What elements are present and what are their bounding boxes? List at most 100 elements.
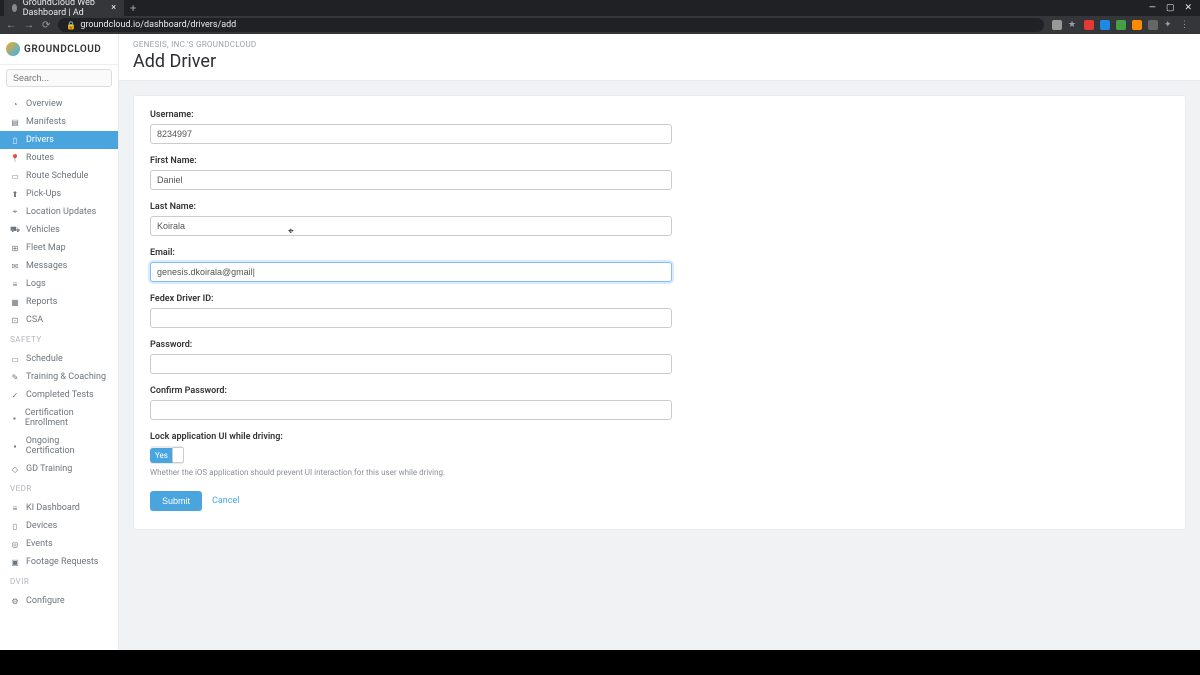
- brand-logo-icon: [6, 42, 20, 56]
- nav-icon: ✓: [10, 390, 20, 400]
- forward-button[interactable]: →: [24, 20, 34, 31]
- nav-icon: ▭: [10, 171, 20, 181]
- sidebar-item-gd-training[interactable]: ◇GD Training: [0, 460, 118, 478]
- nav-label: Messages: [26, 261, 67, 271]
- nav-label: CSA: [26, 315, 43, 325]
- ext-icon[interactable]: [1132, 20, 1142, 30]
- sidebar-item-schedule[interactable]: ▭ Schedule: [0, 350, 118, 368]
- page-title: Add Driver: [133, 51, 1186, 72]
- reload-button[interactable]: ⟳: [42, 20, 50, 31]
- sidebar-item-fleet-map[interactable]: ⊞Fleet Map: [0, 239, 118, 257]
- first-name-input[interactable]: [150, 170, 672, 190]
- sidebar-item-overview[interactable]: ◔Overview: [0, 95, 118, 113]
- nav-group-safety: SAFETY: [0, 329, 118, 346]
- tab-close-icon[interactable]: ×: [111, 3, 116, 13]
- sidebar-item-footage-requests[interactable]: ▣ Footage Requests: [0, 553, 118, 571]
- ext-icon[interactable]: [1148, 20, 1158, 30]
- sidebar-item-events[interactable]: ◎ Events: [0, 535, 118, 553]
- nav-icon: ⊡: [10, 315, 20, 325]
- sidebar-item-vehicles[interactable]: ⛟ Vehicles: [0, 221, 118, 239]
- nav-label: Schedule: [26, 354, 63, 364]
- sidebar-item-csa[interactable]: ⊡ CSA: [0, 311, 118, 329]
- lock-ui-help: Whether the iOS application should preve…: [150, 468, 672, 477]
- sidebar-item-pick-ups[interactable]: ⬆Pick-Ups: [0, 185, 118, 203]
- username-input[interactable]: [150, 124, 672, 144]
- nav-label: Events: [26, 539, 53, 549]
- breadcrumb: GENESIS, INC.'S GROUNDCLOUD: [133, 40, 1186, 49]
- nav-icon: ▣: [10, 557, 20, 567]
- sidebar-item-ongoing-certification[interactable]: ▪Ongoing Certification: [0, 432, 118, 460]
- ext-icon[interactable]: [1052, 20, 1062, 30]
- submit-button[interactable]: Submit: [150, 491, 202, 511]
- sidebar-search-wrap: [0, 65, 118, 91]
- username-label: Username:: [150, 110, 672, 120]
- nav-label: Certification Enrollment: [25, 408, 108, 428]
- sidebar-item-ki-dashboard[interactable]: ≡KI Dashboard: [0, 499, 118, 517]
- sidebar-item-certification-enrollment[interactable]: ▪Certification Enrollment: [0, 404, 118, 432]
- nav-label: Location Updates: [26, 207, 96, 217]
- nav-icon: ≡: [10, 503, 20, 513]
- ext-icon[interactable]: [1084, 20, 1094, 30]
- sidebar-item-completed-tests[interactable]: ✓ Completed Tests: [0, 386, 118, 404]
- nav-label: Manifests: [26, 117, 66, 127]
- nav-label: Footage Requests: [26, 557, 98, 567]
- sidebar-item-logs[interactable]: ≡ Logs: [0, 275, 118, 293]
- minimize-button[interactable]: —: [1149, 3, 1156, 13]
- password-input[interactable]: [150, 354, 672, 374]
- tab-bar: GroundCloud Web Dashboard | Ad × + — ▢ ✕: [0, 0, 1200, 16]
- url-bar[interactable]: 🔒 groundcloud.io/dashboard/drivers/add: [58, 18, 1044, 32]
- sidebar-item-location-updates[interactable]: ⌖ Location Updates: [0, 203, 118, 221]
- toggle-knob: [172, 447, 184, 463]
- nav-icon: ◎: [10, 539, 20, 549]
- browser-menu-icon[interactable]: ⋮: [1180, 20, 1190, 30]
- app-shell: GROUNDCLOUD ◔Overview▤Manifests▯Drivers📍…: [0, 34, 1200, 650]
- nav-icon: ⌖: [10, 207, 20, 217]
- sidebar-item-messages[interactable]: ✉Messages: [0, 257, 118, 275]
- ext-icon[interactable]: [1100, 20, 1110, 30]
- last-name-input[interactable]: [150, 216, 672, 236]
- fedex-id-label: Fedex Driver ID:: [150, 294, 672, 304]
- nav-icon: ⛟: [10, 225, 20, 235]
- sidebar-item-routes[interactable]: 📍Routes: [0, 149, 118, 167]
- nav-icon: ≡: [10, 279, 20, 289]
- nav-label: Logs: [26, 279, 46, 289]
- nav-icon: 📍: [10, 153, 20, 163]
- video-bottom-bar: [0, 650, 1200, 675]
- cancel-link[interactable]: Cancel: [212, 496, 239, 506]
- sidebar-item-training-coaching[interactable]: ✎Training & Coaching: [0, 368, 118, 386]
- nav-dvir: ⚙Configure: [0, 592, 118, 610]
- nav-icon: ▭: [10, 354, 20, 364]
- page-header: GENESIS, INC.'S GROUNDCLOUD Add Driver: [119, 34, 1200, 81]
- back-button[interactable]: ←: [6, 20, 16, 31]
- close-window-button[interactable]: ✕: [1184, 3, 1192, 13]
- sidebar-item-drivers[interactable]: ▯Drivers: [0, 131, 118, 149]
- tab-favicon-icon: [12, 4, 17, 12]
- sidebar-item-manifests[interactable]: ▤Manifests: [0, 113, 118, 131]
- new-tab-button[interactable]: +: [130, 2, 136, 15]
- password-label: Password:: [150, 340, 672, 350]
- nav-icon: ⬆: [10, 189, 20, 199]
- brand-name: GROUNDCLOUD: [24, 44, 101, 55]
- sidebar-item-reports[interactable]: ▦Reports: [0, 293, 118, 311]
- extensions-puzzle-icon[interactable]: ✦: [1164, 20, 1174, 30]
- sidebar-item-devices[interactable]: ▯Devices: [0, 517, 118, 535]
- nav-label: Completed Tests: [26, 390, 94, 400]
- sidebar-item-route-schedule[interactable]: ▭Route Schedule: [0, 167, 118, 185]
- fedex-id-input[interactable]: [150, 308, 672, 328]
- nav-label: Vehicles: [26, 225, 60, 235]
- lock-ui-toggle[interactable]: Yes: [150, 446, 184, 464]
- toggle-on-label: Yes: [150, 448, 173, 463]
- confirm-password-input[interactable]: [150, 400, 672, 420]
- form-actions: Submit Cancel: [150, 491, 1169, 511]
- sidebar-item-configure[interactable]: ⚙Configure: [0, 592, 118, 610]
- ext-icon[interactable]: ★: [1068, 20, 1078, 30]
- maximize-button[interactable]: ▢: [1166, 3, 1175, 13]
- nav-icon: ▦: [10, 297, 20, 307]
- nav-label: Configure: [26, 596, 65, 606]
- nav-main: ◔Overview▤Manifests▯Drivers📍Routes▭Route…: [0, 95, 118, 329]
- search-input[interactable]: [6, 69, 112, 87]
- lock-ui-label: Lock application UI while driving:: [150, 432, 672, 442]
- email-input[interactable]: [150, 262, 672, 282]
- brand-row[interactable]: GROUNDCLOUD: [0, 34, 118, 65]
- ext-icon[interactable]: [1116, 20, 1126, 30]
